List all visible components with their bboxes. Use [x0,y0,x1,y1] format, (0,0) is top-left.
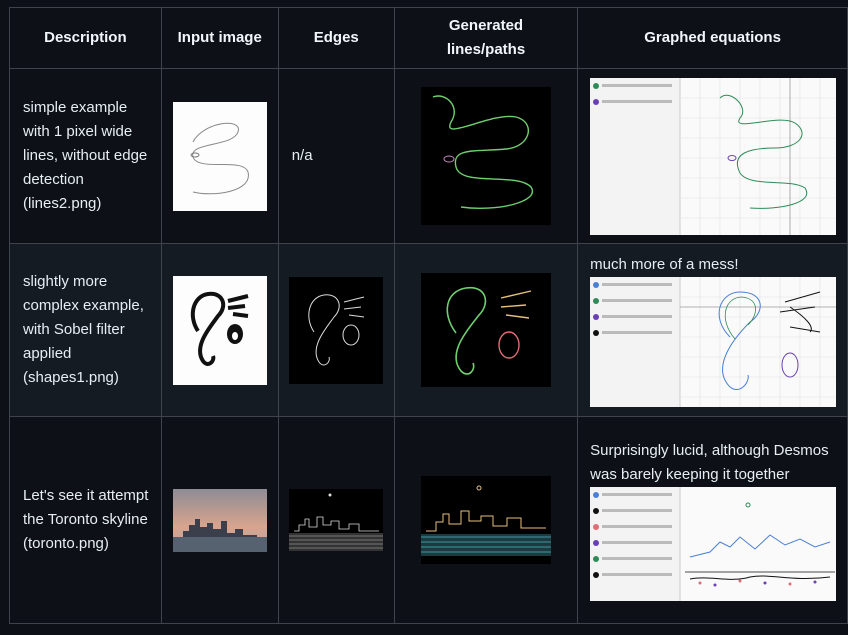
edges-cell [277,416,395,624]
input-image-cell [160,416,279,624]
lines2-desmos-screenshot[interactable] [589,77,836,235]
lines2-generated-image[interactable] [420,87,551,225]
shapes1-input-image[interactable] [172,275,267,385]
header-graphed-equations: Graphed equations [577,7,848,69]
generated-cell [393,416,579,624]
graphed-cell [577,68,848,244]
input-image-cell [160,68,279,244]
shapes1-generated-image[interactable] [420,273,551,387]
graphed-cell: much more of a mess! [577,243,848,417]
lines2-input-image[interactable] [172,101,267,211]
table-row: simple example with 1 pixel wide lines, … [9,68,848,244]
toronto-generated-image[interactable] [420,476,551,564]
row-description: Let's see it attempt the Toronto skyline… [9,416,162,624]
edges-cell [277,243,395,417]
header-row: Description Input image Edges Generated … [9,7,848,69]
row-note: Surprisingly lucid, although Desmos was … [590,442,829,483]
header-description: Description [9,7,162,69]
results-table: Description Input image Edges Generated … [9,7,848,624]
header-generated-lines: Generated lines/paths [393,7,579,69]
shapes1-desmos-screenshot[interactable] [589,277,836,407]
row-description: simple example with 1 pixel wide lines, … [9,68,162,244]
table-row: slightly more complex example, with Sobe… [9,243,848,417]
generated-cell [393,243,579,417]
shapes1-edges-image[interactable] [289,276,384,384]
toronto-desmos-screenshot[interactable] [589,487,836,601]
edges-cell: n/a [277,68,395,244]
header-edges: Edges [277,7,395,69]
toronto-input-image[interactable] [172,488,267,552]
row-description: slightly more complex example, with Sobe… [9,243,162,417]
row-note: much more of a mess! [590,256,739,273]
table-row: Let's see it attempt the Toronto skyline… [9,416,848,624]
input-image-cell [160,243,279,417]
header-input-image: Input image [160,7,279,69]
toronto-edges-image[interactable] [289,489,384,551]
graphed-cell: Surprisingly lucid, although Desmos was … [577,416,848,624]
generated-cell [393,68,579,244]
